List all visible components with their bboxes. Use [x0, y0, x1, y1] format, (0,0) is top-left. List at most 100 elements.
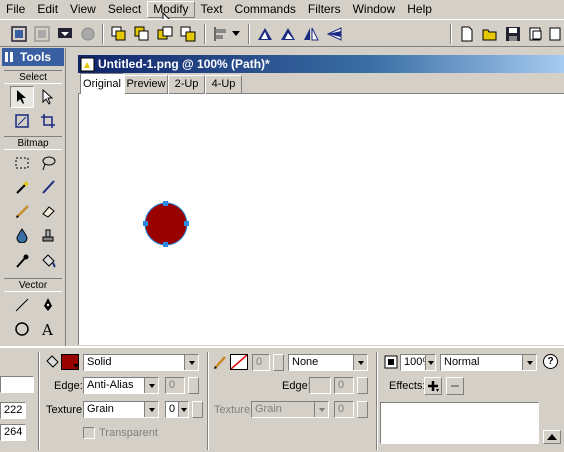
stroke-texture-select[interactable]: Grain [251, 401, 329, 418]
menu-view[interactable]: View [64, 1, 102, 18]
magic-wand-tool[interactable] [10, 176, 34, 198]
document-canvas[interactable] [78, 94, 564, 345]
magic-wand-icon [16, 180, 30, 194]
texture-select[interactable]: Grain [83, 401, 159, 418]
tab-2-up[interactable]: 2-Up [168, 75, 205, 94]
opacity-field[interactable]: 100% [400, 354, 436, 371]
eyedropper-tool[interactable] [10, 250, 34, 272]
path-point-handle[interactable] [143, 221, 148, 226]
fill-type-select[interactable]: Solid [83, 354, 199, 371]
rotate-ccw-button[interactable] [254, 23, 276, 45]
remove-effect-button[interactable] [446, 377, 464, 395]
menu-file[interactable]: File [0, 1, 31, 18]
scale-tool[interactable] [10, 110, 34, 132]
tab-original[interactable]: Original [80, 73, 124, 94]
pen-tool[interactable] [36, 294, 60, 316]
text-tool[interactable]: A [36, 318, 60, 340]
chevron-up-icon [547, 434, 557, 440]
send-to-back-button[interactable] [177, 23, 199, 45]
ungroup-button[interactable] [31, 23, 53, 45]
chevron-down-icon [73, 364, 79, 368]
edge-amount-field[interactable]: 0 [165, 377, 185, 394]
stroke-edge-slider-button[interactable] [357, 377, 368, 394]
export-button[interactable] [547, 23, 563, 45]
texture-dropdown-arrow[interactable] [144, 402, 158, 417]
align-dropdown-button[interactable] [230, 23, 242, 45]
join-button[interactable] [54, 23, 76, 45]
stroke-texture-dropdown-arrow[interactable] [314, 402, 328, 417]
menu-select[interactable]: Select [102, 1, 147, 18]
align-button[interactable] [210, 23, 232, 45]
fill-type-dropdown-arrow[interactable] [184, 355, 198, 370]
blend-mode-dropdown-arrow[interactable] [522, 355, 536, 370]
texture-amount-dropdown-arrow[interactable] [178, 402, 188, 417]
edge-select[interactable]: Anti-Alias [83, 377, 159, 394]
edge-amount-slider-button[interactable] [188, 377, 199, 394]
send-backward-button[interactable] [154, 23, 176, 45]
brush-tool[interactable] [36, 176, 60, 198]
path-point-handle[interactable] [163, 242, 168, 247]
menu-commands[interactable]: Commands [229, 1, 302, 18]
stroke-type-select[interactable]: None [288, 354, 368, 371]
red-circle-shape[interactable] [139, 197, 193, 251]
line-tool[interactable] [10, 294, 34, 316]
document-title-bar[interactable]: Untitled-1.png @ 100% (Path)* [78, 55, 564, 73]
eraser-tool[interactable] [36, 200, 60, 222]
menu-help[interactable]: Help [401, 1, 438, 18]
menu-text[interactable]: Text [195, 1, 229, 18]
bring-forward-button[interactable] [131, 23, 153, 45]
object-name-field[interactable] [0, 376, 34, 393]
split-button[interactable] [77, 23, 99, 45]
stroke-texture-slider-button[interactable] [357, 401, 368, 418]
import-button[interactable] [525, 23, 547, 45]
rubber-stamp-tool[interactable] [36, 224, 60, 246]
panel-grip-icon[interactable] [5, 52, 15, 62]
stroke-edge-field[interactable] [309, 377, 331, 394]
bring-to-front-button[interactable] [108, 23, 130, 45]
help-button[interactable]: ? [543, 354, 558, 369]
marquee-tool[interactable] [10, 152, 34, 174]
crop-tool[interactable] [36, 110, 60, 132]
opacity-dropdown-arrow[interactable] [425, 355, 435, 370]
menu-window[interactable]: Window [347, 1, 402, 18]
texture-amount-field[interactable]: 0 [165, 401, 189, 418]
save-button[interactable] [502, 23, 524, 45]
new-file-button[interactable] [456, 23, 478, 45]
lasso-tool[interactable] [36, 152, 60, 174]
tab-4-up[interactable]: 4-Up [205, 75, 242, 94]
menu-edit[interactable]: Edit [31, 1, 64, 18]
blur-tool[interactable] [10, 224, 34, 246]
pointer-tool[interactable] [10, 86, 34, 108]
pencil-tool[interactable] [10, 200, 34, 222]
path-point-handle[interactable] [163, 201, 168, 206]
edge-dropdown-arrow[interactable] [144, 378, 158, 393]
flip-horizontal-button[interactable] [300, 23, 322, 45]
x-position-field[interactable]: 222 [0, 402, 26, 419]
bring-forward-icon [134, 26, 149, 41]
path-point-handle[interactable] [184, 221, 189, 226]
stroke-size-slider-button[interactable] [273, 354, 284, 371]
paint-bucket-tool[interactable] [36, 250, 60, 272]
transparent-checkbox[interactable] [83, 427, 95, 439]
open-file-button[interactable] [479, 23, 501, 45]
tab-preview[interactable]: Preview [124, 75, 168, 94]
subselection-tool[interactable] [36, 86, 60, 108]
stroke-texture-amount-field[interactable]: 0 [334, 401, 354, 418]
stroke-edge-amount-field[interactable]: 0 [334, 377, 354, 394]
rotate-cw-button[interactable] [277, 23, 299, 45]
y-position-field[interactable]: 264 [0, 424, 26, 441]
effects-list[interactable] [380, 402, 539, 444]
fireworks-document-icon [80, 57, 95, 72]
add-effect-button[interactable] [424, 377, 442, 395]
texture-amount-slider-button[interactable] [192, 401, 203, 418]
stroke-type-dropdown-arrow[interactable] [353, 355, 367, 370]
stroke-color-swatch[interactable] [230, 354, 248, 370]
stroke-size-field[interactable]: 0 [252, 354, 270, 371]
group-button[interactable] [8, 23, 30, 45]
flip-vertical-button[interactable] [323, 23, 345, 45]
new-file-icon [461, 26, 473, 42]
blend-mode-select[interactable]: Normal [440, 354, 537, 371]
ellipse-tool[interactable] [10, 318, 34, 340]
collapse-panel-button[interactable] [543, 430, 561, 444]
menu-filters[interactable]: Filters [302, 1, 347, 18]
